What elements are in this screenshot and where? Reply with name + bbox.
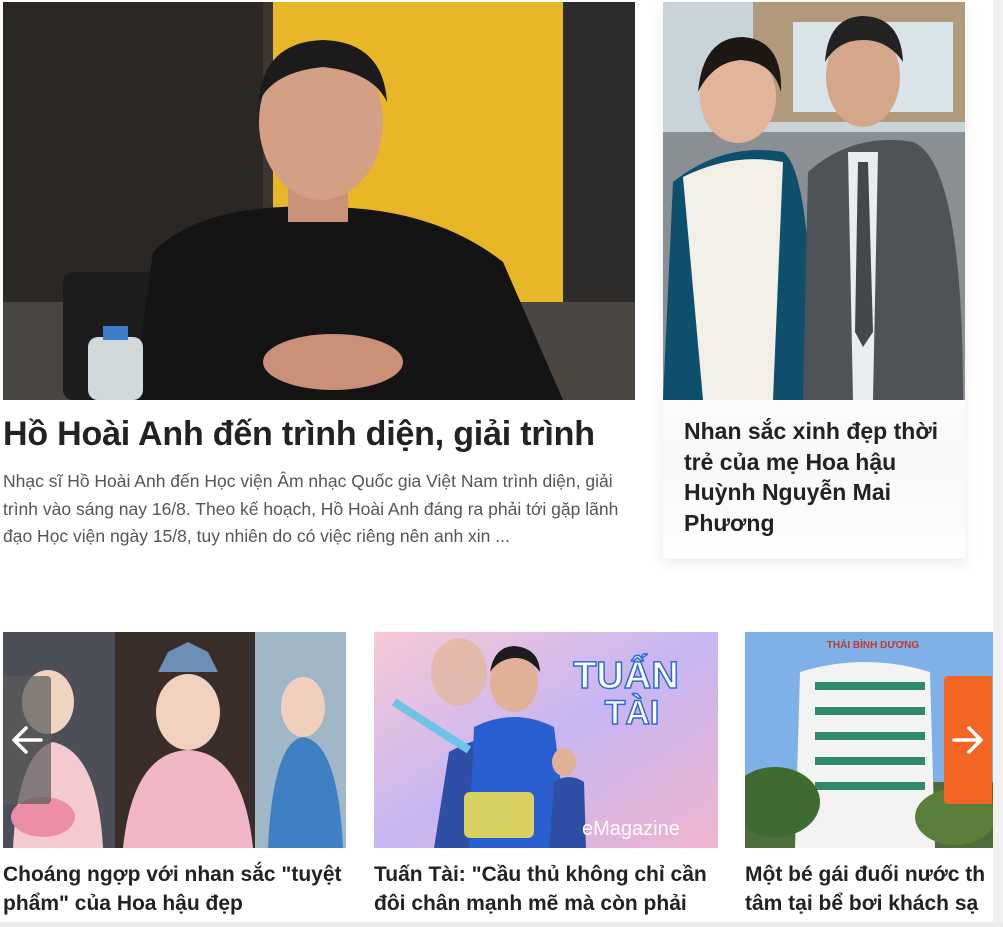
thumb2-emag-label: eMagazine bbox=[582, 818, 680, 840]
vertical-scrollbar[interactable] bbox=[993, 0, 1003, 927]
carousel-thumb-2[interactable]: TUẤN TÀI eMagazine bbox=[374, 632, 718, 848]
side-article-image[interactable] bbox=[663, 2, 965, 400]
carousel-title-3-line1: Một bé gái đuối nước th bbox=[745, 863, 986, 886]
hero-summary: Nhạc sĩ Hồ Hoài Anh đến Học viện Âm nhạc… bbox=[3, 471, 619, 546]
carousel-title-2[interactable]: Tuấn Tài: "Cầu thủ không chỉ cần đôi châ… bbox=[374, 860, 718, 927]
bottom-divider bbox=[0, 922, 1003, 927]
hero-image[interactable] bbox=[3, 2, 635, 400]
carousel-prev-button[interactable] bbox=[3, 676, 51, 804]
thumb2-badge-line1: TUẤN bbox=[573, 653, 679, 697]
carousel-title-3-line2: tâm tại bể bơi khách sạ bbox=[745, 892, 979, 915]
thumb3-sign: THÁI BÌNH DƯƠNG bbox=[827, 638, 920, 651]
side-headline[interactable]: Nhan sắc xinh đẹp thời trẻ của mẹ Hoa hậ… bbox=[684, 416, 954, 538]
hero-headline[interactable]: Hồ Hoài Anh đến trình diện, giải trình bbox=[3, 412, 643, 456]
thumb2-badge-line2: TÀI bbox=[605, 694, 660, 732]
carousel-title-1[interactable]: Choáng ngợp với nhan sắc "tuyệt phẩm" củ… bbox=[3, 860, 346, 927]
arrow-left-icon bbox=[12, 726, 43, 754]
arrow-right-icon bbox=[952, 726, 983, 754]
carousel-thumb-1[interactable] bbox=[3, 632, 346, 848]
carousel-next-button[interactable] bbox=[944, 676, 992, 804]
carousel-title-3[interactable]: Một bé gái đuối nước th tâm tại bể bơi k… bbox=[745, 860, 993, 927]
